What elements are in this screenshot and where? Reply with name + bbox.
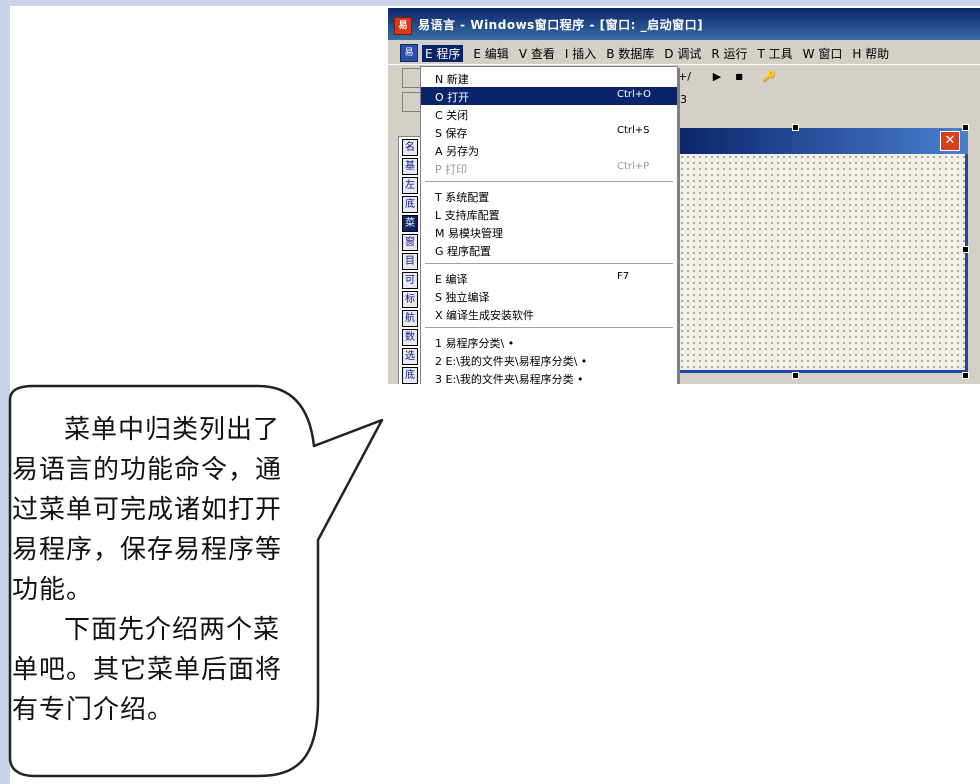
bubble-caption: 菜单中归类列出了易语言的功能命令，通过菜单可完成诸如打开易程序，保存易程序等功能… xyxy=(12,410,292,730)
caption-paragraph-1: 菜单中归类列出了易语言的功能命令，通过菜单可完成诸如打开易程序，保存易程序等功能… xyxy=(12,415,283,605)
caption-paragraph-2: 下面先介绍两个菜单吧。其它菜单后面将有专门介绍。 xyxy=(12,615,283,725)
